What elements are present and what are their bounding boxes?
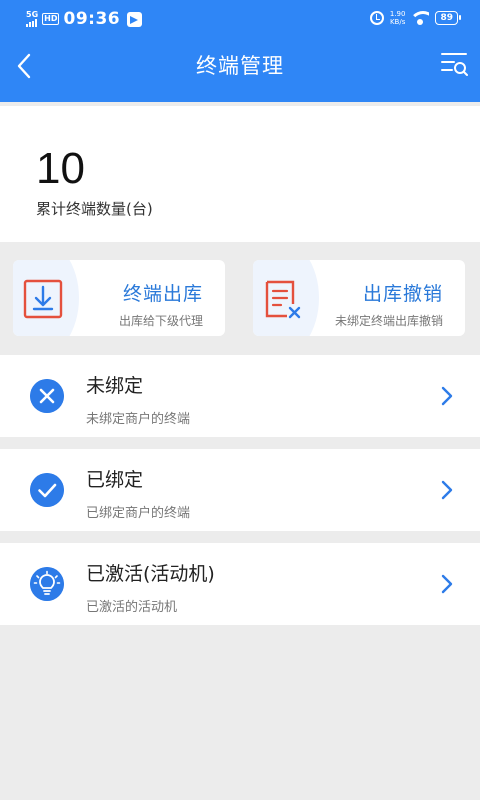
signal-indicator: 5G — [26, 11, 38, 27]
check-circle-icon — [30, 473, 64, 507]
action-title: 出库撤销 — [362, 283, 443, 305]
action-subtitle: 出库给下级代理 — [118, 314, 203, 328]
list-item-bound[interactable]: 已绑定 已绑定商户的终端 — [0, 449, 480, 531]
speed-unit: KB/s — [389, 18, 406, 26]
list-item-subtitle: 未绑定商户的终端 — [86, 412, 191, 427]
network-speed: 1.90 KB/s — [390, 10, 406, 26]
document-cancel-icon — [265, 280, 301, 319]
action-title: 终端出库 — [122, 283, 203, 305]
chevron-right-icon — [441, 386, 453, 406]
list-search-icon[interactable] — [440, 50, 468, 78]
alarm-icon — [369, 11, 384, 25]
status-time: 09:36 — [63, 9, 121, 29]
action-subtitle: 未绑定终端出库撤销 — [334, 314, 443, 328]
terminal-summary: 10 累计终端数量(台) — [0, 106, 480, 242]
nav-bar: 终端管理 — [0, 36, 480, 102]
list-item-unbound[interactable]: 未绑定 未绑定商户的终端 — [0, 355, 480, 437]
signal-bars-icon — [26, 19, 38, 27]
list-item-subtitle: 已绑定商户的终端 — [86, 506, 191, 521]
terminal-count-label: 累计终端数量(台) — [36, 200, 153, 218]
terminal-outbound-card[interactable]: 终端出库 出库给下级代理 — [13, 260, 225, 336]
hd-badge: HD — [42, 13, 60, 25]
list-item-title: 未绑定 — [86, 375, 144, 397]
outbound-cancel-card[interactable]: 出库撤销 未绑定终端出库撤销 — [253, 260, 465, 336]
list-item-subtitle: 已激活的活动机 — [86, 600, 178, 615]
list-item-title: 已绑定 — [86, 469, 144, 491]
wifi-icon — [411, 11, 430, 25]
chevron-right-icon — [441, 574, 453, 594]
speed-value: 1.90 — [389, 10, 406, 18]
page-title: 终端管理 — [196, 54, 284, 78]
download-box-icon — [23, 279, 63, 319]
battery-icon: 89 — [435, 11, 461, 25]
list-item-activated[interactable]: 已激活(活动机) 已激活的活动机 — [0, 543, 480, 625]
list-item-title: 已激活(活动机) — [86, 563, 215, 585]
telegram-icon — [127, 11, 143, 27]
lightbulb-icon — [30, 567, 64, 601]
network-type: 5G — [26, 10, 39, 19]
terminal-count: 10 — [36, 144, 85, 193]
chevron-right-icon — [441, 480, 453, 500]
app-header: 5G HD 09:36 1.90 KB/s 89 终端管理 — [0, 0, 480, 102]
status-bar: 5G HD 09:36 1.90 KB/s 89 — [0, 0, 480, 36]
close-circle-icon — [30, 379, 64, 413]
